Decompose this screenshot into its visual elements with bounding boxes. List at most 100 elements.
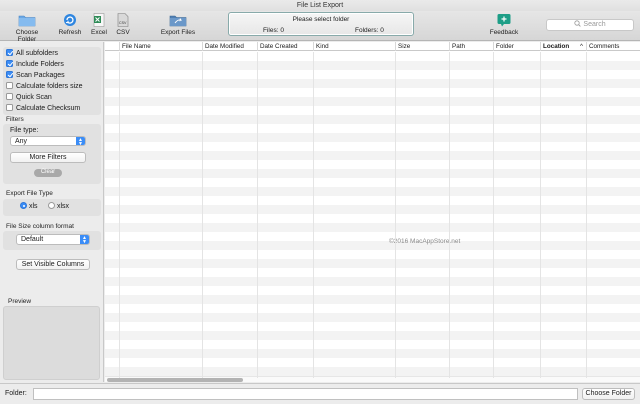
table-row[interactable] — [105, 295, 640, 304]
more-filters-button[interactable]: More Filters — [10, 152, 86, 163]
table-row[interactable] — [105, 115, 640, 124]
scrollbar-thumb[interactable] — [107, 378, 243, 382]
include-folders-checkbox[interactable]: Include Folders — [6, 60, 64, 70]
feedback-icon — [497, 14, 511, 27]
file-table[interactable]: File Name Date Modified Date Created Kind Si… — [105, 42, 640, 382]
calc-folder-size-label: Calculate folders size — [16, 83, 83, 90]
table-row[interactable] — [105, 313, 640, 322]
table-row[interactable] — [105, 349, 640, 358]
choose-folder-button[interactable]: Choose Folder — [582, 388, 635, 400]
files-count: Files: 0 — [263, 27, 284, 34]
column-header-label: Folder — [496, 43, 514, 50]
column-header-index[interactable] — [105, 42, 119, 51]
status-panel: Please select folder Files: 0 Folders: 0 — [228, 12, 414, 36]
preview-heading: Preview — [8, 298, 32, 305]
table-row[interactable] — [105, 340, 640, 349]
horizontal-scrollbar[interactable] — [105, 376, 640, 382]
table-row[interactable] — [105, 322, 640, 331]
calc-folder-size-checkbox[interactable]: Calculate folders size — [6, 82, 83, 92]
table-row[interactable] — [105, 124, 640, 133]
toolbar: Choose Folder Refresh Excel CSV CSV Expo… — [0, 11, 640, 43]
all-subfolders-checkbox[interactable]: All subfolders — [6, 49, 58, 59]
table-row[interactable] — [105, 169, 640, 178]
column-divider — [257, 52, 258, 378]
table-row[interactable] — [105, 61, 640, 70]
file-type-value: Any — [15, 138, 28, 145]
column-header-file-name[interactable]: File Name — [119, 42, 202, 51]
table-row[interactable] — [105, 277, 640, 286]
table-row[interactable] — [105, 79, 640, 88]
size-format-value: Default — [21, 236, 44, 243]
column-divider — [395, 52, 396, 378]
column-header-label: Kind — [316, 43, 329, 50]
excel-button[interactable]: Excel — [89, 13, 109, 36]
csv-icon-text: CSV — [119, 21, 127, 25]
feedback-button[interactable]: Feedback — [488, 13, 520, 36]
size-format-select[interactable]: Default ▲ ▼ — [16, 234, 90, 245]
checkbox-checked-icon — [6, 71, 13, 78]
column-header-comments[interactable]: Comments — [586, 42, 640, 51]
table-row[interactable] — [105, 133, 640, 142]
column-header-size[interactable]: Size — [395, 42, 449, 51]
table-row[interactable] — [105, 358, 640, 367]
excel-label: Excel — [91, 29, 107, 36]
table-row[interactable] — [105, 205, 640, 214]
table-row[interactable] — [105, 106, 640, 115]
table-row[interactable] — [105, 52, 640, 61]
xlsx-radio[interactable]: xlsx — [48, 202, 69, 212]
table-row[interactable] — [105, 142, 640, 151]
table-row[interactable] — [105, 196, 640, 205]
table-row[interactable] — [105, 178, 640, 187]
table-row[interactable] — [105, 97, 640, 106]
column-header-path[interactable]: Path — [449, 42, 493, 51]
table-body — [105, 52, 640, 378]
column-header-label: Comments — [589, 43, 620, 50]
export-files-button[interactable]: Export Files — [159, 13, 197, 36]
column-divider — [493, 52, 494, 378]
column-header-date-modified[interactable]: Date Modified — [202, 42, 257, 51]
refresh-button[interactable]: Refresh — [58, 13, 82, 36]
csv-label: CSV — [116, 29, 130, 36]
table-header: File Name Date Modified Date Created Kind Si… — [105, 42, 640, 51]
column-header-kind[interactable]: Kind — [313, 42, 395, 51]
xls-radio[interactable]: xls — [20, 202, 38, 212]
set-visible-columns-button[interactable]: Set Visible Columns — [16, 259, 90, 270]
folder-path-field[interactable] — [33, 388, 578, 400]
table-row[interactable] — [105, 151, 640, 160]
table-row[interactable] — [105, 268, 640, 277]
table-row[interactable] — [105, 187, 640, 196]
csv-button[interactable]: CSV CSV — [114, 13, 132, 36]
radio-selected-icon — [20, 202, 27, 209]
table-row[interactable] — [105, 70, 640, 79]
table-row[interactable] — [105, 367, 640, 376]
search-field[interactable]: Search — [546, 19, 634, 31]
folder-icon — [18, 15, 36, 27]
table-row[interactable] — [105, 223, 640, 232]
column-header-label: Date Created — [260, 43, 298, 50]
include-folders-label: Include Folders — [16, 61, 64, 68]
column-divider — [540, 52, 541, 378]
magnifier-icon — [574, 20, 582, 27]
table-row[interactable] — [105, 250, 640, 259]
calc-checksum-label: Calculate Checksum — [16, 105, 81, 112]
choose-folder-toolbar-button[interactable]: Choose Folder — [6, 13, 48, 43]
column-header-date-created[interactable]: Date Created — [257, 42, 313, 51]
table-row[interactable] — [105, 241, 640, 250]
column-header-folder[interactable]: Folder — [493, 42, 540, 51]
table-row[interactable] — [105, 259, 640, 268]
scan-packages-checkbox[interactable]: Scan Packages — [6, 71, 65, 81]
clear-filters-button[interactable]: Clear — [34, 169, 62, 177]
table-row[interactable] — [105, 286, 640, 295]
table-row[interactable] — [105, 232, 640, 241]
calc-checksum-checkbox[interactable]: Calculate Checksum — [6, 104, 80, 114]
quick-scan-checkbox[interactable]: Quick Scan — [6, 93, 52, 103]
table-row[interactable] — [105, 331, 640, 340]
table-row[interactable] — [105, 214, 640, 223]
file-type-select[interactable]: Any ▲ ▼ — [10, 136, 86, 147]
folder-label: Folder: — [5, 390, 27, 397]
table-row[interactable] — [105, 88, 640, 97]
table-row[interactable] — [105, 160, 640, 169]
column-header-location[interactable]: Location ^ — [540, 42, 586, 51]
table-row[interactable] — [105, 304, 640, 313]
column-header-label: Size — [398, 43, 411, 50]
